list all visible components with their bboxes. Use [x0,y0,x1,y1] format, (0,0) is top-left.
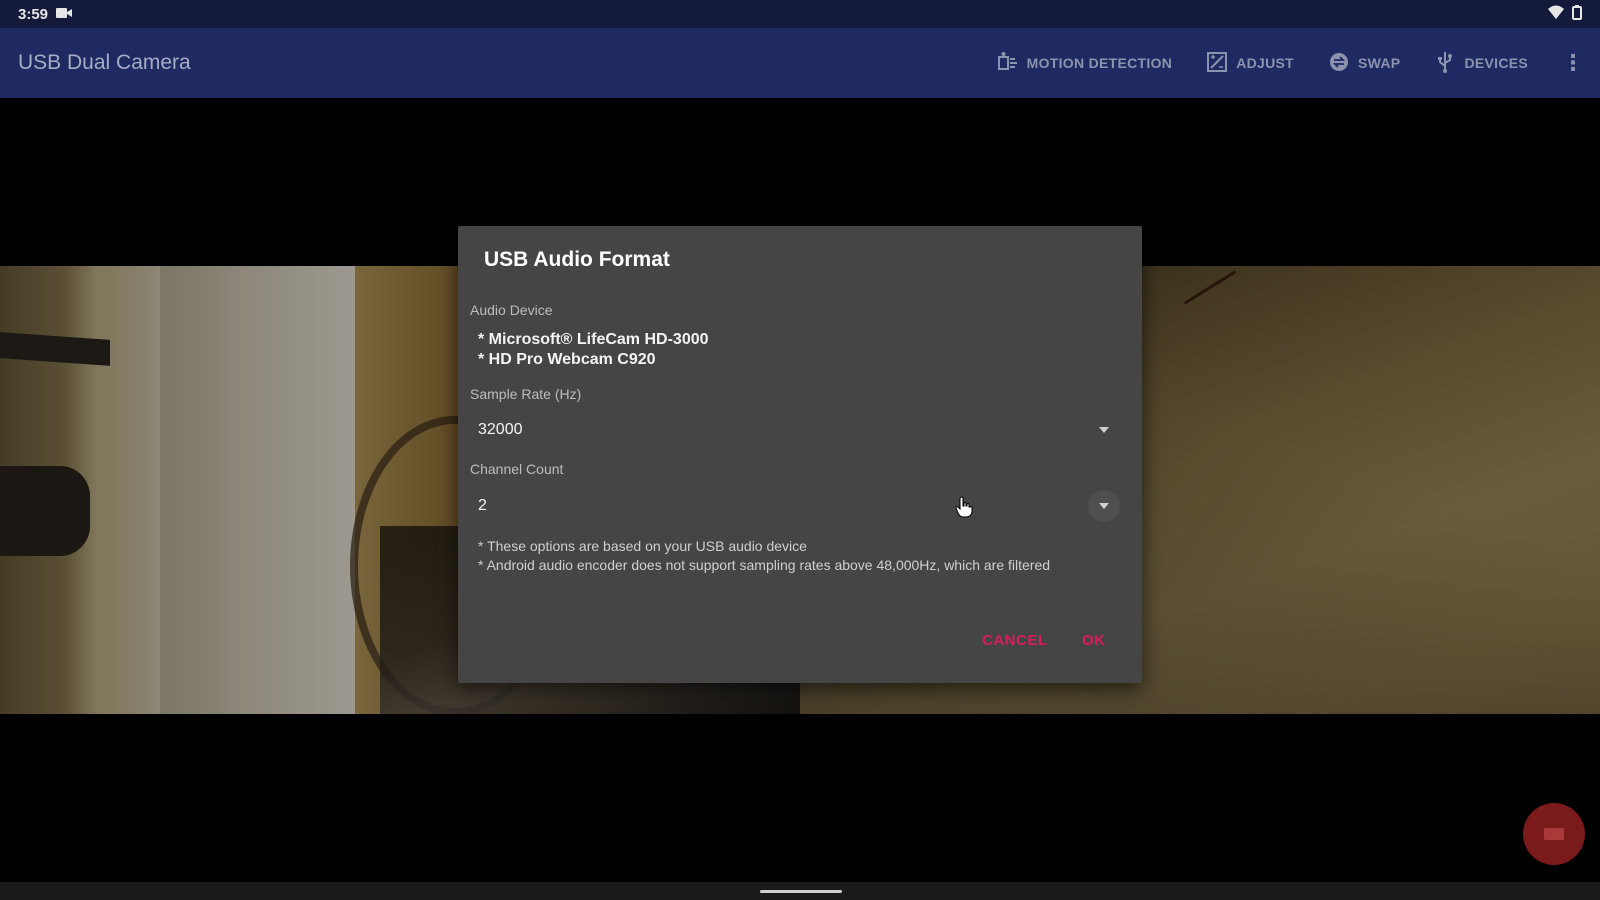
hand-cursor-icon [955,496,973,518]
app-title: USB Dual Camera [18,51,191,74]
status-bar: 3:59 [0,0,1600,28]
sample-rate-select[interactable]: 32000 [470,408,1128,452]
battery-icon [1572,4,1582,24]
usb-icon [1434,51,1456,76]
channel-count-value: 2 [478,497,487,514]
chevron-down-icon [1088,414,1120,446]
record-button[interactable] [1523,803,1585,865]
navigation-bar [0,882,1600,900]
toolbar-actions: MOTION DETECTION ADJUST SWAP DEVICES ⋮ [997,50,1584,76]
swap-icon [1328,51,1350,76]
audio-device-label: Audio Device [470,302,553,318]
motion-detection-icon [997,51,1019,76]
swap-label: SWAP [1358,55,1401,71]
record-icon [1544,828,1564,840]
audio-device-list: * Microsoft® LifeCam HD-3000 * HD Pro We… [478,330,709,370]
home-gesture-handle[interactable] [760,890,842,893]
motion-detection-label: MOTION DETECTION [1026,55,1173,71]
list-item: * Microsoft® LifeCam HD-3000 [478,331,709,348]
adjust-icon [1206,51,1228,76]
sample-rate-label: Sample Rate (Hz) [470,386,582,402]
status-time: 3:59 [18,5,49,23]
note-text: * Android audio encoder does not support… [478,557,1051,573]
devices-button[interactable]: DEVICES [1434,51,1528,76]
swap-button[interactable]: SWAP [1328,51,1400,76]
cancel-button[interactable]: CANCEL [972,626,1058,655]
dialog-title: USB Audio Format [484,248,670,271]
app-toolbar: USB Dual Camera MOTION DETECTION ADJUST … [0,28,1600,98]
wifi-icon [1548,5,1564,23]
channel-count-label: Channel Count [470,461,564,477]
ok-button[interactable]: OK [1072,626,1116,655]
adjust-label: ADJUST [1236,55,1294,71]
channel-count-select[interactable]: 2 [470,484,1128,528]
adjust-button[interactable]: ADJUST [1206,51,1294,76]
note-text: * These options are based on your USB au… [478,538,807,554]
usb-audio-format-dialog: USB Audio Format Audio Device * Microsof… [458,226,1142,683]
chevron-down-icon [1088,490,1120,522]
sample-rate-value: 32000 [478,421,523,438]
video-camera-icon [56,6,73,23]
motion-detection-button[interactable]: MOTION DETECTION [997,51,1173,76]
overflow-menu-icon[interactable]: ⋮ [1562,50,1584,76]
devices-label: DEVICES [1464,55,1528,71]
dialog-notes: * These options are based on your USB au… [478,537,1098,575]
list-item: * HD Pro Webcam C920 [478,351,656,368]
